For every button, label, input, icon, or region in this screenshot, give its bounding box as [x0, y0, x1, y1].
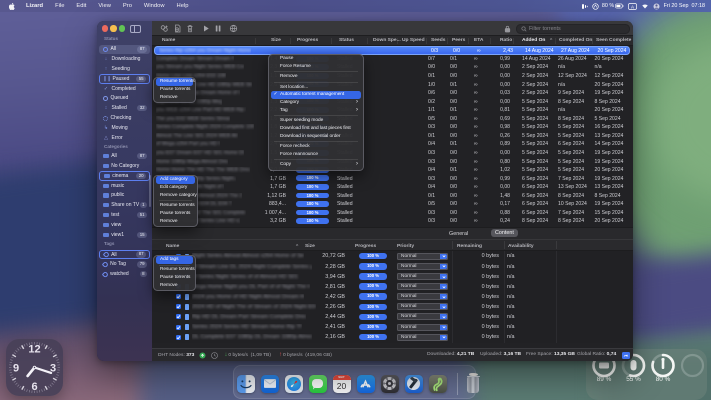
svg-text:A: A [631, 4, 634, 9]
svg-text:9: 9 [13, 363, 19, 375]
svg-text:6: 6 [31, 381, 37, 393]
svg-text:12: 12 [28, 344, 40, 356]
